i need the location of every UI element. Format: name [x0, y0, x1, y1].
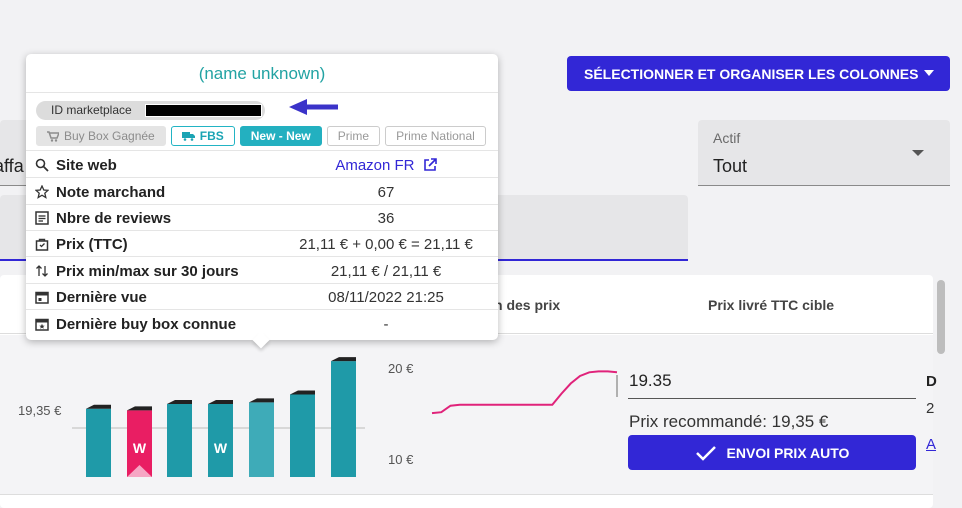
truck-icon [181, 132, 195, 141]
sort-icon [36, 265, 48, 277]
cut-off-value-text: 2 [926, 400, 935, 417]
scrollbar-thumb[interactable] [937, 280, 945, 354]
bar-7[interactable] [331, 361, 356, 477]
info-row-site: Site web Amazon FR [26, 152, 498, 178]
star-icon [35, 185, 49, 199]
winner-marker: W [214, 440, 228, 456]
price-series-line [431, 370, 618, 415]
external-link-icon [423, 158, 437, 171]
info-label: Dernière buy box connue [56, 316, 237, 333]
select-columns-label: SÉLECTIONNER ET ORGANISER LES COLONNES [584, 65, 919, 82]
site-link-text: Amazon FR [335, 157, 415, 174]
badge-fbs-label: FBS [199, 129, 224, 143]
select-columns-button[interactable]: SÉLECTIONNER ET ORGANISER LES COLONNES [567, 56, 950, 91]
check-icon [695, 445, 716, 461]
badge-condition: New - New [239, 126, 322, 146]
cut-off-link[interactable]: A [926, 436, 936, 453]
calendar-star-icon [35, 318, 49, 331]
badge-fbs: FBS [170, 126, 235, 146]
ref-price-label: 19,35 € [18, 403, 62, 418]
bar-6[interactable] [290, 394, 315, 477]
bar-cap-6 [290, 390, 315, 395]
chevron-down-icon [912, 150, 924, 156]
info-value: - [383, 316, 389, 333]
bar-cap-4 [208, 399, 233, 404]
info-value: 21,11 € + 0,00 € = 21,11 € [299, 236, 473, 253]
offer-badges: Buy Box Gagnée FBS New - New Prime Prime… [36, 126, 486, 146]
bar-5[interactable] [249, 402, 274, 477]
auto-price-label: ENVOI PRIX AUTO [726, 444, 850, 461]
badge-prime-national: Prime National [385, 126, 486, 146]
target-price-input[interactable]: 19.35 [628, 366, 916, 399]
actif-select[interactable]: Actif Tout [698, 120, 950, 186]
marketplace-id-chip: ID marketplace [36, 101, 265, 120]
info-label: Prix min/max sur 30 jours [56, 263, 239, 280]
bar-cap-1 [86, 404, 111, 409]
calendar-icon [35, 291, 49, 304]
offer-details-popover: (name unknown) ID marketplace Buy Box Ga… [26, 54, 498, 349]
auto-price-button[interactable]: ENVOI PRIX AUTO [628, 435, 916, 470]
reviews-icon [35, 211, 49, 225]
bag-icon [35, 238, 49, 251]
badge-prime: Prime [326, 126, 381, 146]
bar-cap-7 [331, 357, 356, 362]
info-row-minmax: Prix min/max sur 30 jours 21,11 € / 21,1… [26, 258, 498, 284]
info-label: Prix (TTC) [56, 236, 128, 253]
info-label: Nbre de reviews [56, 210, 172, 227]
info-row-last-seen: Dernière vue 08/11/2022 21:25 [26, 284, 498, 310]
info-value: 67 [377, 184, 395, 201]
offers-bar-chart: 19,35 € W W [18, 357, 365, 477]
cart-icon [47, 130, 59, 142]
bar-cap-2 [127, 406, 152, 411]
site-link[interactable]: Amazon FR [251, 157, 521, 174]
info-row-reviews: Nbre de reviews 36 [26, 205, 498, 231]
arrow-left-icon [289, 99, 338, 115]
info-value: 21,11 € / 21,11 € [330, 263, 442, 280]
actif-value: Tout [713, 156, 748, 176]
filter-left-value: affa [0, 156, 24, 176]
cut-off-header-text: D [926, 373, 937, 390]
column-header-target-price[interactable]: Prix livré TTC cible [708, 297, 834, 313]
info-label: Note marchand [56, 184, 166, 201]
info-row-rating: Note marchand 67 [26, 179, 498, 205]
bar-1[interactable] [86, 408, 111, 477]
bar-cap-5 [249, 398, 274, 403]
info-row-price: Prix (TTC) 21,11 € + 0,00 € = 21,11 € [26, 231, 498, 257]
info-row-last-buybox: Dernière buy box connue - [26, 311, 498, 337]
actif-label: Actif [713, 130, 741, 146]
info-label: Dernière vue [56, 289, 147, 306]
info-value: 08/11/2022 21:25 [328, 289, 444, 306]
marketplace-id-label: ID marketplace [51, 103, 132, 117]
chevron-down-icon [924, 70, 934, 76]
winner-marker: W [133, 440, 147, 456]
search-icon [35, 158, 49, 172]
divider [26, 150, 498, 151]
badge-buy-box: Buy Box Gagnée [36, 126, 166, 146]
badge-buy-box-label: Buy Box Gagnée [64, 129, 155, 143]
info-value: 36 [377, 210, 395, 227]
recommended-price: Prix recommandé: 19,35 € [629, 412, 829, 431]
price-history-chart: 20 € 10 € [388, 361, 618, 467]
y-tick-bottom: 10 € [388, 452, 414, 467]
bar-cap-3 [167, 399, 192, 404]
bar-3[interactable] [167, 403, 192, 477]
info-label: Site web [56, 157, 117, 174]
y-tick-top: 20 € [388, 361, 414, 376]
redacted-id [145, 104, 262, 117]
popover-title: (name unknown) [26, 54, 498, 93]
